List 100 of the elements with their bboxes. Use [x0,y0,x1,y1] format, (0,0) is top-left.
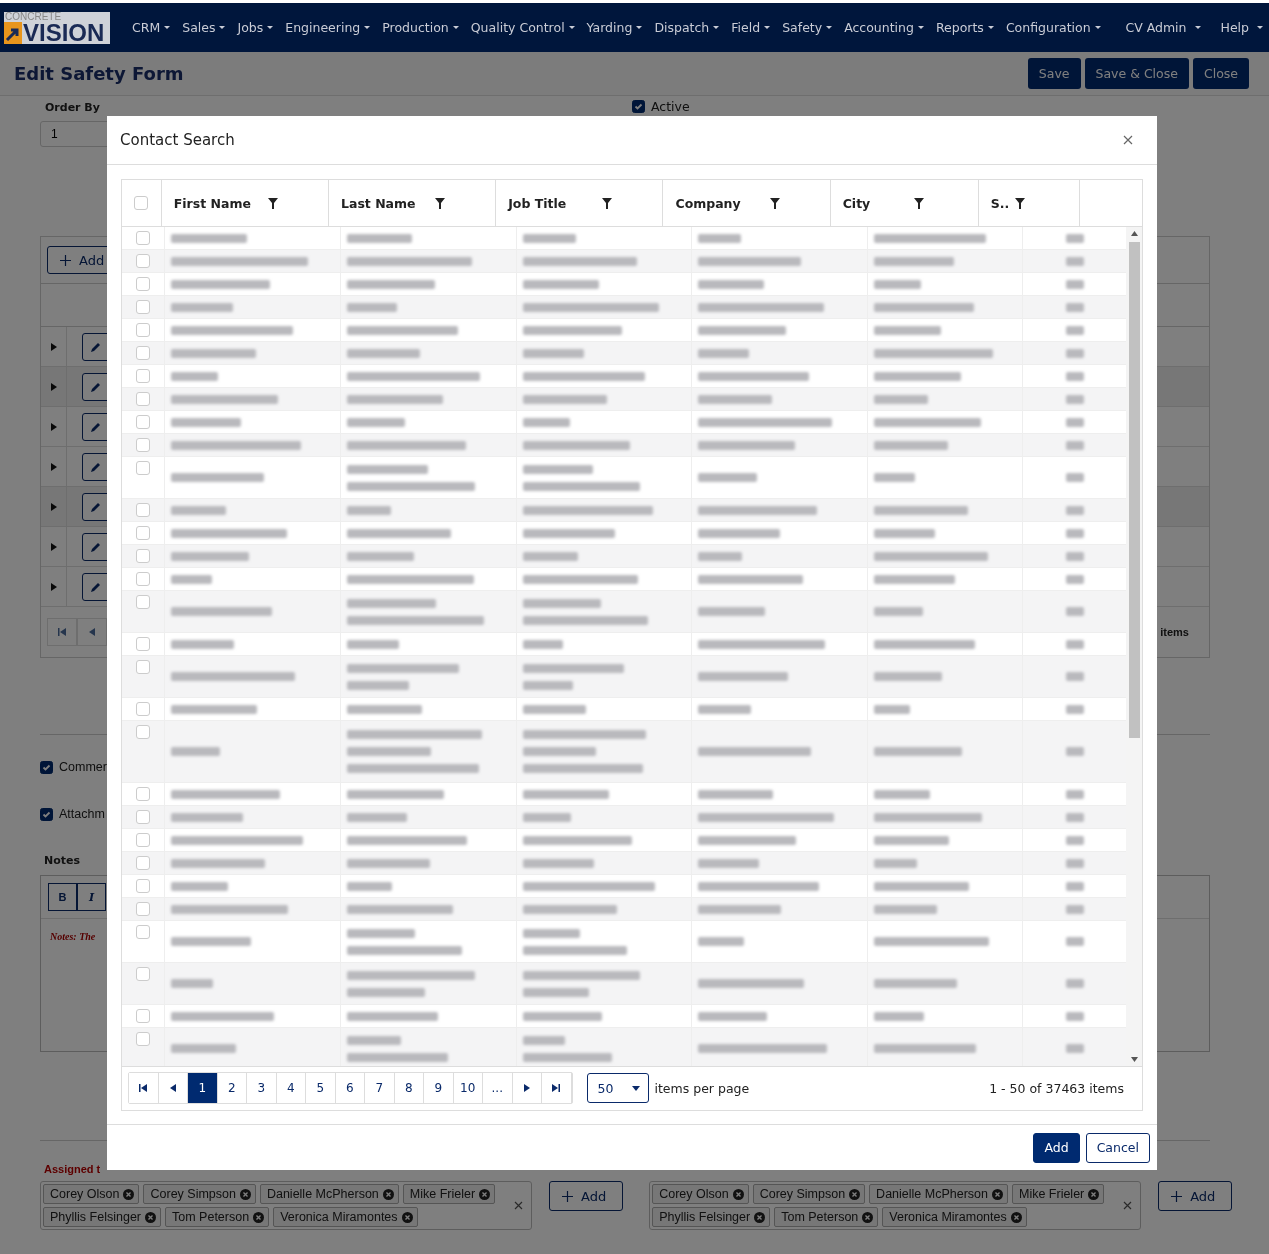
row-checkbox[interactable] [136,725,150,739]
row-checkbox[interactable] [136,461,150,475]
tag-chip[interactable]: Tom Peterson [165,1207,270,1227]
nav-menu[interactable]: Field [725,20,777,35]
clear-icon[interactable] [514,1201,523,1210]
remove-icon[interactable] [123,1188,135,1200]
format-button[interactable]: B [48,883,77,911]
row-checkbox[interactable] [136,879,150,893]
edit-button[interactable] [82,532,110,561]
page-button[interactable]: 1 [188,1073,218,1103]
remove-icon[interactable] [401,1211,413,1223]
tag-chip[interactable]: Danielle McPherson [259,1184,399,1204]
page-size-dropdown[interactable]: 50 [586,1073,649,1103]
nav-menu[interactable]: Safety [776,20,839,35]
add-button[interactable]: Add [549,1181,624,1211]
row-checkbox[interactable] [136,967,150,981]
scrollbar[interactable] [1126,227,1142,1066]
tag-chip[interactable]: Veronica Miramontes [882,1207,1027,1227]
tag-chip[interactable]: Corey Olson [652,1184,749,1204]
add-button[interactable]: Add [1158,1181,1233,1211]
expand-icon[interactable] [50,342,57,351]
tag-chip[interactable]: Corey Olson [43,1184,140,1204]
row-checkbox[interactable] [136,1009,150,1023]
row-checkbox[interactable] [136,323,150,337]
edit-button[interactable] [82,572,110,601]
expand-icon[interactable] [50,462,57,471]
nav-menu[interactable]: CV Admin [1119,20,1207,35]
row-checkbox[interactable] [136,369,150,383]
nav-menu[interactable]: Help [1214,20,1269,35]
column-header[interactable]: City [829,180,978,226]
nav-menu[interactable]: Dispatch [648,20,726,35]
nav-menu[interactable]: Configuration [999,20,1107,35]
row-checkbox[interactable] [136,438,150,452]
filter-icon[interactable] [1015,197,1025,209]
remove-icon[interactable] [145,1211,156,1223]
filter-icon[interactable] [769,197,780,209]
row-checkbox[interactable] [136,503,150,517]
filter-icon[interactable] [913,197,924,209]
order-by-field[interactable]: 1 [40,121,110,147]
tag-chip[interactable]: Veronica Miramontes [273,1207,418,1227]
first-page-button[interactable] [129,1073,159,1103]
tag-field[interactable]: Corey Olson Corey Simpson Danielle McPherson Mike Frieler Phyllis Felsinger Tom Peterson Veronica Miramontes [649,1181,1142,1230]
row-checkbox[interactable] [136,787,150,801]
filter-icon[interactable] [268,197,278,209]
row-checkbox[interactable] [136,549,150,563]
row-checkbox[interactable] [136,572,150,586]
tag-chip[interactable]: Corey Simpson [143,1184,256,1204]
remove-icon[interactable] [862,1211,874,1223]
toolbar-button[interactable]: Save & Close [1084,58,1189,89]
tag-chip[interactable]: Corey Simpson [752,1184,866,1204]
row-checkbox[interactable] [136,231,150,245]
row-checkbox[interactable] [136,300,150,314]
row-checkbox[interactable] [136,637,150,651]
row-checkbox[interactable] [136,392,150,406]
tag-chip[interactable]: Mike Frieler [402,1184,496,1204]
row-checkbox[interactable] [136,526,150,540]
tag-chip[interactable]: Mike Frieler [1011,1184,1105,1204]
nav-menu[interactable]: Production [376,20,465,35]
nav-menu[interactable]: Engineering [279,20,377,35]
tag-chip[interactable]: Phyllis Felsinger [652,1207,771,1227]
column-header[interactable]: First Name [160,180,328,226]
row-checkbox[interactable] [136,660,150,674]
nav-menu[interactable]: Quality Control [464,20,581,35]
row-checkbox[interactable] [136,346,150,360]
format-button[interactable]: I [77,883,106,911]
tag-field[interactable]: Corey Olson Corey Simpson Danielle McPherson Mike Frieler Phyllis Felsinger Tom Peterson Veronica Miramontes [40,1181,532,1230]
scroll-down-icon[interactable] [1130,1057,1138,1062]
row-checkbox[interactable] [136,1032,150,1046]
expand-icon[interactable] [50,422,57,431]
logo[interactable]: CONCRETE VISION [4,11,110,44]
remove-icon[interactable] [991,1188,1003,1200]
dialog-button[interactable]: Add [1033,1132,1080,1163]
remove-icon[interactable] [479,1188,491,1200]
row-checkbox[interactable] [136,925,150,939]
nav-menu[interactable]: Yarding [580,20,649,35]
nav-menu[interactable]: Reports [929,20,1000,35]
row-checkbox[interactable] [136,702,150,716]
filter-icon[interactable] [435,197,446,209]
remove-icon[interactable] [849,1188,861,1200]
row-checkbox[interactable] [136,856,150,870]
row-checkbox[interactable] [136,254,150,268]
edit-button[interactable] [82,452,110,481]
nav-menu[interactable]: CRM [126,20,177,35]
select-all-checkbox[interactable] [134,196,149,210]
column-header[interactable]: Last Name [328,180,496,226]
filter-icon[interactable] [602,197,613,209]
row-checkbox[interactable] [136,415,150,429]
scroll-up-icon[interactable] [1130,231,1138,236]
toolbar-button[interactable]: Close [1192,58,1249,89]
row-checkbox[interactable] [136,833,150,847]
dialog-button[interactable]: Cancel [1085,1132,1150,1163]
expand-icon[interactable] [50,502,57,511]
checkbox[interactable] [40,760,53,774]
scroll-thumb[interactable] [1128,242,1140,738]
remove-icon[interactable] [754,1211,766,1223]
edit-button[interactable] [82,492,110,521]
expand-icon[interactable] [50,382,57,391]
remove-icon[interactable] [239,1188,251,1200]
remove-icon[interactable] [382,1188,394,1200]
nav-menu[interactable]: Jobs [231,20,280,35]
